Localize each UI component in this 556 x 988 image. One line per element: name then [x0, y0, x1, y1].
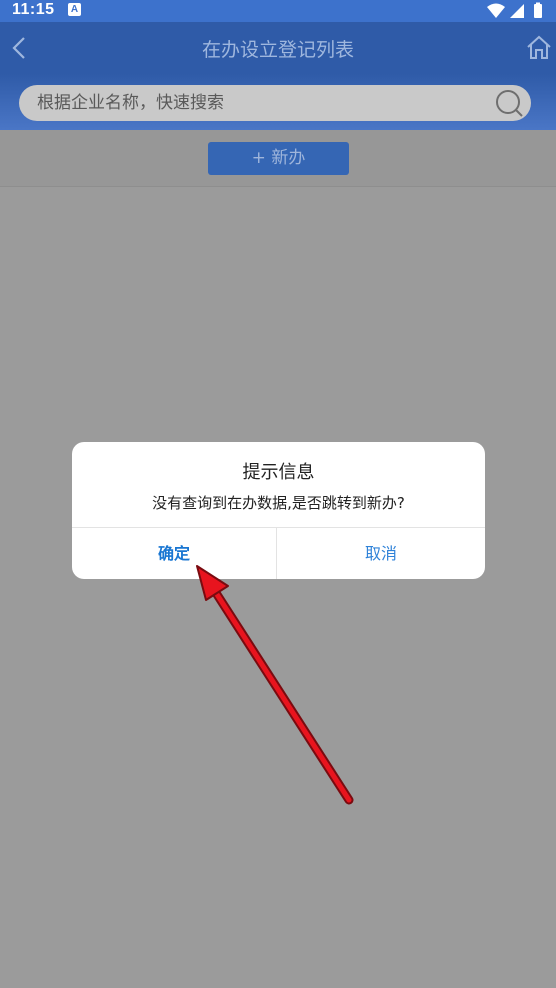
dialog-title: 提示信息 [242, 462, 315, 483]
toolbar: + 新办 [0, 130, 556, 187]
status-bar: 11:15 A [0, 0, 556, 22]
home-icon[interactable] [526, 34, 552, 60]
app-header: 在办设立登记列表 [0, 22, 556, 74]
battery-icon [534, 4, 542, 18]
signal-icon [510, 4, 524, 18]
search-icon[interactable] [495, 89, 523, 117]
wifi-icon [487, 3, 505, 18]
notification-icon: A [68, 3, 81, 16]
page-title: 在办设立登记列表 [201, 39, 354, 61]
search-area [0, 74, 556, 130]
new-application-button[interactable]: + 新办 [208, 142, 349, 175]
search-box[interactable] [19, 85, 531, 121]
dialog-message: 没有查询到在办数据,是否跳转到新办? [152, 494, 405, 512]
arrow-shaft [204, 577, 354, 805]
cancel-button[interactable]: 取消 [277, 528, 485, 579]
status-icons [487, 2, 542, 18]
search-input[interactable] [37, 85, 477, 121]
confirm-button[interactable]: 确定 [72, 528, 276, 579]
prompt-dialog: 提示信息 没有查询到在办数据,是否跳转到新办? 确定 取消 [72, 442, 485, 579]
status-time: 11:15 [12, 1, 55, 18]
